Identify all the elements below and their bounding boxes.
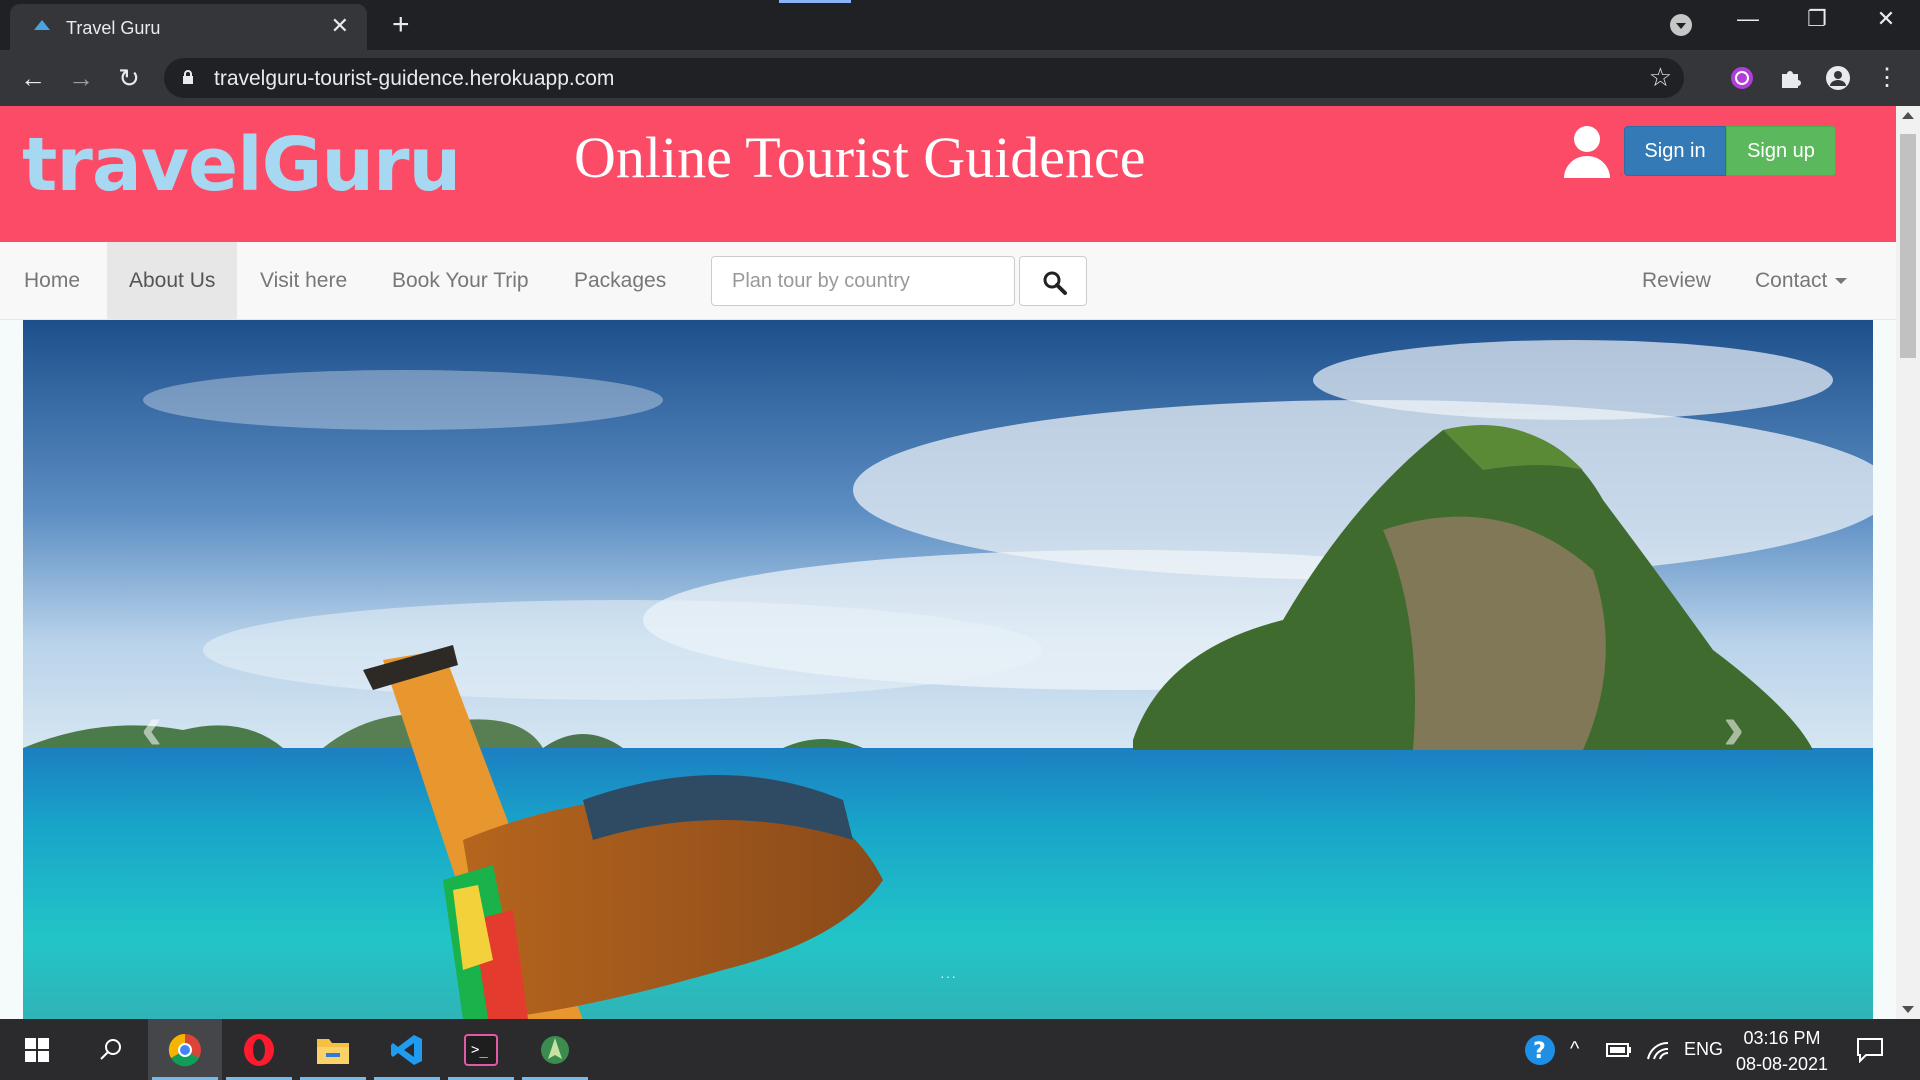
search-icon <box>1043 271 1067 295</box>
taskbar-file-explorer[interactable] <box>296 1019 370 1080</box>
start-button[interactable] <box>0 1019 74 1080</box>
browser-tab[interactable]: Travel Guru ✕ <box>10 4 367 50</box>
help-tray-icon[interactable]: ? <box>1524 1019 1556 1080</box>
country-search-input[interactable]: Plan tour by country <box>711 256 1015 306</box>
chrome-icon <box>168 1033 201 1066</box>
menu-kebab-icon[interactable]: ⋮ <box>1870 61 1904 95</box>
language-indicator[interactable]: ENG <box>1684 1019 1723 1080</box>
bookmark-star-icon[interactable]: ☆ <box>1649 62 1672 93</box>
nav-about-us[interactable]: About Us <box>107 242 238 320</box>
main-navbar: Home About Us Visit here Book Your Trip … <box>0 242 1896 320</box>
clock-date: 08-08-2021 <box>1735 1054 1829 1074</box>
scroll-up-icon[interactable] <box>1902 112 1914 119</box>
sign-in-button[interactable]: Sign in <box>1624 126 1726 176</box>
vscode-icon <box>391 1034 422 1065</box>
nav-home[interactable]: Home <box>2 242 102 320</box>
search-icon <box>100 1038 121 1060</box>
search-button[interactable] <box>1019 256 1087 306</box>
taskbar-android-studio[interactable] <box>518 1019 592 1080</box>
hero-image-tropical-island <box>23 320 1873 1019</box>
notifications-icon[interactable] <box>1856 1019 1884 1080</box>
restore-button[interactable]: ❐ <box>1797 6 1837 32</box>
user-icon[interactable] <box>1562 124 1612 180</box>
taskbar-chrome[interactable] <box>148 1019 222 1080</box>
caret-down-icon <box>1835 278 1848 285</box>
vpn-extension-icon[interactable] <box>1728 64 1756 92</box>
reload-icon[interactable]: ↻ <box>112 61 146 95</box>
travel-guru-favicon-icon <box>34 20 50 30</box>
forward-arrow-icon[interactable]: → <box>64 61 98 95</box>
help-icon: ? <box>1525 1034 1555 1065</box>
tab-close-icon[interactable]: ✕ <box>331 14 349 38</box>
sign-up-button[interactable]: Sign up <box>1726 126 1836 176</box>
battery-shape <box>1606 1042 1631 1057</box>
nav-packages[interactable]: Packages <box>552 242 688 320</box>
carousel-prev-icon[interactable]: ‹ <box>141 690 162 764</box>
browser-toolbar: ← → ↻ travelguru-tourist-guidence.heroku… <box>0 50 1920 106</box>
taskbar-search-button[interactable] <box>74 1019 148 1080</box>
nav-review[interactable]: Review <box>1620 242 1733 320</box>
page-scrollbar[interactable] <box>1896 106 1920 1019</box>
nav-book-your-trip[interactable]: Book Your Trip <box>370 242 551 320</box>
nav-contact-dropdown[interactable]: Contact <box>1733 242 1869 320</box>
scroll-down-icon[interactable] <box>1902 1006 1914 1013</box>
wifi-shape <box>1647 1041 1669 1059</box>
loading-indicator <box>779 0 851 3</box>
tab-search-icon[interactable] <box>1670 14 1692 36</box>
lock-icon <box>183 70 193 84</box>
svg-text:?: ? <box>1533 1039 1546 1064</box>
site-header: travelGuru Online Tourist Guidence Sign … <box>0 106 1896 242</box>
minimize-button[interactable]: — <box>1728 6 1768 32</box>
address-bar[interactable]: travelguru-tourist-guidence.herokuapp.co… <box>164 58 1684 98</box>
close-window-button[interactable]: ✕ <box>1866 6 1906 32</box>
notification-speech-icon <box>1857 1037 1883 1063</box>
battery-icon[interactable] <box>1606 1019 1632 1080</box>
opera-icon <box>244 1033 274 1066</box>
clock-time: 03:16 PM <box>1743 1028 1821 1048</box>
svg-text:>_: >_ <box>471 1042 488 1058</box>
tray-chevron-up-icon[interactable]: ^ <box>1570 1019 1579 1080</box>
nav-contact-label: Contact <box>1755 269 1828 292</box>
back-arrow-icon[interactable]: ← <box>16 61 50 95</box>
android-studio-icon <box>541 1035 569 1064</box>
taskbar-terminal[interactable]: >_ <box>444 1019 518 1080</box>
hero-carousel[interactable]: ‹ › ··· <box>23 320 1873 1019</box>
taskbar-vscode[interactable] <box>370 1019 444 1080</box>
site-logo[interactable]: travelGuru <box>22 122 461 208</box>
system-clock[interactable]: 03:16 PM 08-08-2021 <box>1730 1025 1834 1077</box>
terminal-icon: >_ <box>464 1033 498 1066</box>
extensions-puzzle-icon[interactable] <box>1776 64 1804 92</box>
nav-visit-here[interactable]: Visit here <box>238 242 369 320</box>
windows-logo-icon <box>25 1037 49 1062</box>
site-title: Online Tourist Guidence <box>574 125 1146 190</box>
tab-title: Travel Guru <box>66 18 161 38</box>
windows-taskbar: >_ ? ^ ENG 03:16 PM 08-08-2021 <box>0 1019 1920 1080</box>
wifi-icon[interactable] <box>1646 1019 1670 1080</box>
profile-icon[interactable] <box>1824 64 1852 92</box>
page-viewport: travelGuru Online Tourist Guidence Sign … <box>0 106 1896 1019</box>
carousel-indicators[interactable]: ··· <box>940 968 957 984</box>
browser-tab-bar: Travel Guru ✕ + — ❐ ✕ <box>0 0 1920 50</box>
scroll-thumb[interactable] <box>1900 134 1916 358</box>
new-tab-button[interactable]: + <box>392 8 410 42</box>
url-text[interactable]: travelguru-tourist-guidence.herokuapp.co… <box>214 67 614 91</box>
taskbar-opera[interactable] <box>222 1019 296 1080</box>
folder-icon <box>317 1038 349 1064</box>
carousel-next-icon[interactable]: › <box>1723 690 1744 764</box>
